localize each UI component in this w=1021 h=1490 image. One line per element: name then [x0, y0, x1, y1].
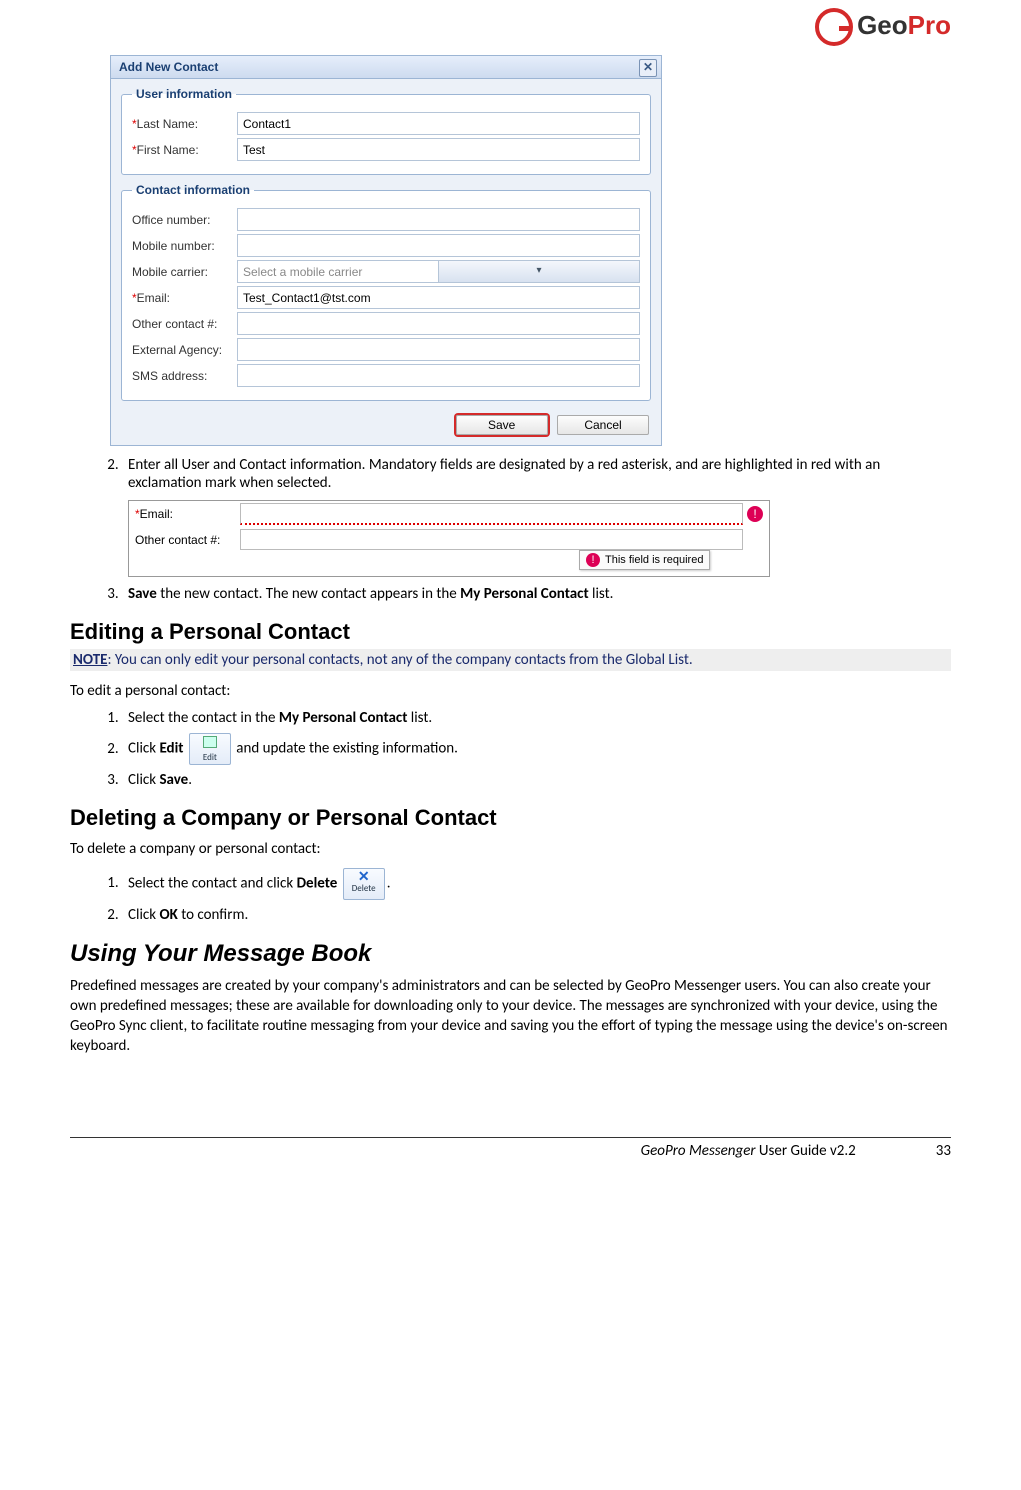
heading-delete: Deleting a Company or Personal Contact [70, 805, 951, 831]
edit-step-2: Click Edit Edit and update the existing … [122, 733, 951, 765]
step-2: Enter all User and Contact information. … [122, 456, 951, 577]
mobile-input[interactable] [237, 234, 640, 257]
other-contact-input[interactable] [237, 312, 640, 335]
other-contact-label: Other contact #: [132, 317, 237, 331]
footer-page: 33 [936, 1142, 951, 1160]
err-email-label: *Email: [135, 507, 240, 521]
agency-label: External Agency: [132, 343, 237, 357]
error-icon: ! [586, 553, 600, 567]
carrier-label: Mobile carrier: [132, 265, 237, 279]
step-3: Save the new contact. The new contact ap… [122, 585, 951, 603]
err-other-label: Other contact #: [135, 533, 240, 547]
heading-msgbook: Using Your Message Book [70, 940, 951, 968]
logo-text-geo: Geo [857, 10, 908, 40]
edit-step-3: Click Save. [122, 771, 951, 789]
footer-title: GeoPro Messenger User Guide v2.2 [641, 1142, 856, 1160]
delete-toolbar-button[interactable]: ✕ Delete [343, 868, 385, 900]
dialog-titlebar: Add New Contact ✕ [111, 56, 661, 79]
office-input[interactable] [237, 208, 640, 231]
save-button[interactable]: Save [456, 415, 548, 435]
last-name-input[interactable] [237, 112, 640, 135]
edit-icon [203, 741, 217, 752]
edit-step-1: Select the contact in the My Personal Co… [122, 709, 951, 727]
last-name-label: *Last Name: [132, 117, 237, 131]
close-icon[interactable]: ✕ [639, 59, 657, 77]
page-footer: GeoPro Messenger User Guide v2.2 33 [70, 1137, 951, 1160]
cancel-button[interactable]: Cancel [557, 415, 649, 435]
delete-step-2: Click OK to confirm. [122, 906, 951, 924]
user-info-fieldset: User information *Last Name: *First Name… [121, 87, 651, 175]
email-label: *Email: [132, 291, 237, 305]
brand-logo: GeoPro [815, 8, 951, 46]
user-info-legend: User information [132, 87, 236, 101]
logo-icon [815, 8, 853, 46]
sms-label: SMS address: [132, 369, 237, 383]
agency-input[interactable] [237, 338, 640, 361]
add-contact-dialog: Add New Contact ✕ User information *Last… [110, 55, 662, 446]
msgbook-para: Predefined messages are created by your … [70, 976, 951, 1057]
note-edit: NOTE: You can only edit your personal co… [70, 649, 951, 671]
heading-edit: Editing a Personal Contact [70, 619, 951, 645]
delete-intro: To delete a company or personal contact: [70, 839, 951, 859]
first-name-input[interactable] [237, 138, 640, 161]
dialog-title: Add New Contact [119, 60, 218, 74]
mobile-label: Mobile number: [132, 239, 237, 253]
err-other-field[interactable] [240, 529, 743, 550]
logo-text-pro: Pro [908, 10, 951, 40]
delete-icon: ✕ [344, 871, 384, 883]
contact-info-legend: Contact information [132, 183, 254, 197]
chevron-down-icon: ▾ [438, 261, 639, 282]
edit-intro: To edit a personal contact: [70, 681, 951, 701]
error-tooltip-text: This field is required [605, 554, 703, 566]
validation-example: *Email: ! Other contact #: ! This field … [128, 500, 770, 577]
edit-toolbar-button[interactable]: Edit [189, 733, 231, 765]
err-email-field[interactable] [240, 503, 743, 525]
delete-step-1: Select the contact and click Delete ✕ De… [122, 868, 951, 900]
error-tooltip: ! This field is required [579, 550, 710, 570]
first-name-label: *First Name: [132, 143, 237, 157]
carrier-placeholder: Select a mobile carrier [238, 265, 438, 279]
error-icon: ! [747, 506, 763, 522]
carrier-select[interactable]: Select a mobile carrier ▾ [237, 260, 640, 283]
sms-input[interactable] [237, 364, 640, 387]
email-input[interactable] [237, 286, 640, 309]
office-label: Office number: [132, 213, 237, 227]
contact-info-fieldset: Contact information Office number: Mobil… [121, 183, 651, 401]
